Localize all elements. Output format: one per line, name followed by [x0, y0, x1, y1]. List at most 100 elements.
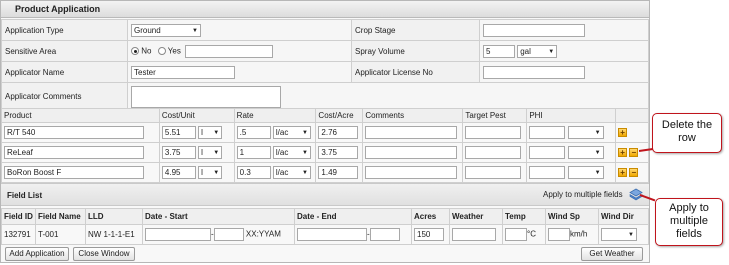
cost-unit-input[interactable]: 4.95 — [161, 166, 196, 179]
weather-input[interactable] — [452, 228, 496, 241]
col-comments: Comments — [362, 108, 464, 123]
col-rate: Rate — [233, 108, 317, 123]
cost-acre-input[interactable]: 3.75 — [318, 146, 359, 159]
sensitive-yes-label: Yes — [167, 46, 181, 56]
add-row-icon[interactable]: + — [618, 168, 628, 178]
product-input[interactable]: ReLeaf — [4, 146, 144, 159]
sensitive-no-label: No — [141, 46, 152, 56]
time-end-input[interactable] — [369, 228, 400, 241]
rate-unit-select[interactable]: l/ac — [272, 146, 311, 159]
applicator-comments-textarea[interactable] — [131, 85, 281, 108]
spray-volume-input[interactable]: 5 — [483, 44, 515, 58]
date-end-input[interactable] — [297, 228, 367, 241]
col-phi: PHI — [526, 108, 617, 123]
applicator-name-input[interactable]: Tester — [131, 65, 235, 79]
phi-input[interactable] — [529, 166, 566, 179]
product-application-panel: Product Application Application Type Gro… — [0, 0, 650, 263]
col-product: Product — [1, 108, 160, 123]
phi-input[interactable] — [529, 126, 566, 139]
col-temp: Temp — [502, 208, 546, 225]
phi-select[interactable] — [567, 146, 604, 159]
rate-input[interactable]: 1 — [236, 146, 271, 159]
unit-select[interactable]: l — [198, 166, 223, 179]
comments-input[interactable] — [365, 146, 458, 159]
spray-volume-unit-select[interactable]: gal — [517, 44, 558, 58]
get-weather-button[interactable]: Get Weather — [581, 247, 643, 261]
spray-volume-label: Spray Volume — [351, 40, 480, 62]
col-actions — [615, 108, 649, 123]
col-cost-unit: Cost/Unit — [158, 108, 235, 123]
delete-row-icon[interactable]: − — [629, 148, 639, 158]
add-row-icon[interactable]: + — [618, 128, 628, 138]
product-input[interactable]: R/T 540 — [4, 126, 144, 139]
time-format-hint: XX:YYAM — [245, 229, 281, 239]
temp-input[interactable] — [505, 228, 527, 241]
col-lld: LLD — [85, 208, 143, 225]
comments-input[interactable] — [365, 126, 458, 139]
applicator-license-input[interactable] — [483, 65, 585, 79]
phi-select[interactable] — [567, 126, 604, 139]
phi-input[interactable] — [529, 146, 566, 159]
add-row-icon[interactable]: + — [618, 148, 628, 158]
field-list-title: Field List — [7, 191, 43, 200]
sensitive-no-radio[interactable] — [131, 47, 139, 55]
rate-input[interactable]: 0.3 — [236, 166, 271, 179]
col-field-name: Field Name — [35, 208, 86, 225]
rate-input[interactable]: .5 — [236, 126, 271, 139]
wind-speed-input[interactable] — [548, 228, 570, 241]
crop-stage-label: Crop Stage — [351, 19, 480, 41]
field-list-table: Field ID Field Name LLD Date - Start Dat… — [1, 208, 649, 245]
col-weather: Weather — [449, 208, 503, 225]
target-pest-input[interactable] — [465, 166, 522, 179]
field-list-header: Field List Apply to multiple fields — [1, 183, 649, 206]
rate-unit-select[interactable]: l/ac — [272, 166, 311, 179]
cost-acre-input[interactable]: 2.76 — [318, 126, 359, 139]
apply-multiple-label: Apply to multiple fields — [543, 190, 623, 199]
unit-select[interactable]: l — [198, 126, 223, 139]
applicator-comments-label: Applicator Comments — [1, 82, 128, 111]
col-date-end: Date - End — [294, 208, 412, 225]
target-pest-input[interactable] — [465, 126, 522, 139]
apply-multiple-callout: Apply to multiple fields — [655, 198, 723, 246]
product-input[interactable]: BoRon Boost F — [4, 166, 144, 179]
col-wind-sp: Wind Sp — [545, 208, 599, 225]
close-window-button[interactable]: Close Window — [73, 247, 135, 261]
product-row: BoRon Boost F 4.95 l 0.3 l/ac 1.49 + − — [1, 162, 649, 183]
field-name: T-001 — [35, 224, 86, 245]
sensitive-area-input[interactable] — [185, 44, 274, 58]
product-row: ReLeaf 3.75 l 1 l/ac 3.75 + − — [1, 142, 649, 163]
delete-row-callout: Delete the row — [652, 113, 722, 153]
acres-input[interactable]: 150 — [414, 228, 444, 241]
col-date-start: Date - Start — [142, 208, 295, 225]
unit-select[interactable]: l — [198, 146, 223, 159]
date-start-input[interactable] — [145, 228, 211, 241]
application-form: Application Type Ground Crop Stage Sensi… — [1, 19, 649, 111]
cost-acre-input[interactable]: 1.49 — [318, 166, 359, 179]
target-pest-input[interactable] — [465, 146, 522, 159]
products-table: Product Cost/Unit Rate Cost/Acre Comment… — [1, 108, 649, 183]
applicator-name-label: Applicator Name — [1, 61, 128, 83]
comments-input[interactable] — [365, 166, 458, 179]
crop-stage-input[interactable] — [483, 23, 585, 37]
applicator-license-label: Applicator License No — [351, 61, 480, 83]
rate-unit-select[interactable]: l/ac — [272, 126, 311, 139]
application-type-label: Application Type — [1, 19, 128, 41]
cost-unit-input[interactable]: 3.75 — [161, 146, 196, 159]
application-type-select[interactable]: Ground — [131, 23, 201, 37]
sensitive-yes-radio[interactable] — [157, 47, 166, 55]
col-field-id: Field ID — [1, 208, 36, 225]
cost-unit-input[interactable]: 5.51 — [161, 126, 196, 139]
wind-unit: km/h — [570, 229, 588, 239]
field-lld: NW 1-1-1-E1 — [85, 224, 143, 245]
wind-dir-select[interactable] — [601, 228, 637, 241]
col-wind-dir: Wind Dir — [598, 208, 649, 225]
temp-unit: °C — [527, 229, 536, 239]
add-application-button[interactable]: Add Application — [5, 247, 69, 261]
time-start-input[interactable] — [213, 228, 244, 241]
product-row: R/T 540 5.51 l .5 l/ac 2.76 + — [1, 122, 649, 143]
field-id: 132791 — [1, 224, 36, 245]
phi-select[interactable] — [567, 166, 604, 179]
panel-title: Product Application — [1, 1, 649, 18]
delete-row-icon[interactable]: − — [629, 168, 639, 178]
sensitive-area-label: Sensitive Area — [1, 40, 128, 62]
